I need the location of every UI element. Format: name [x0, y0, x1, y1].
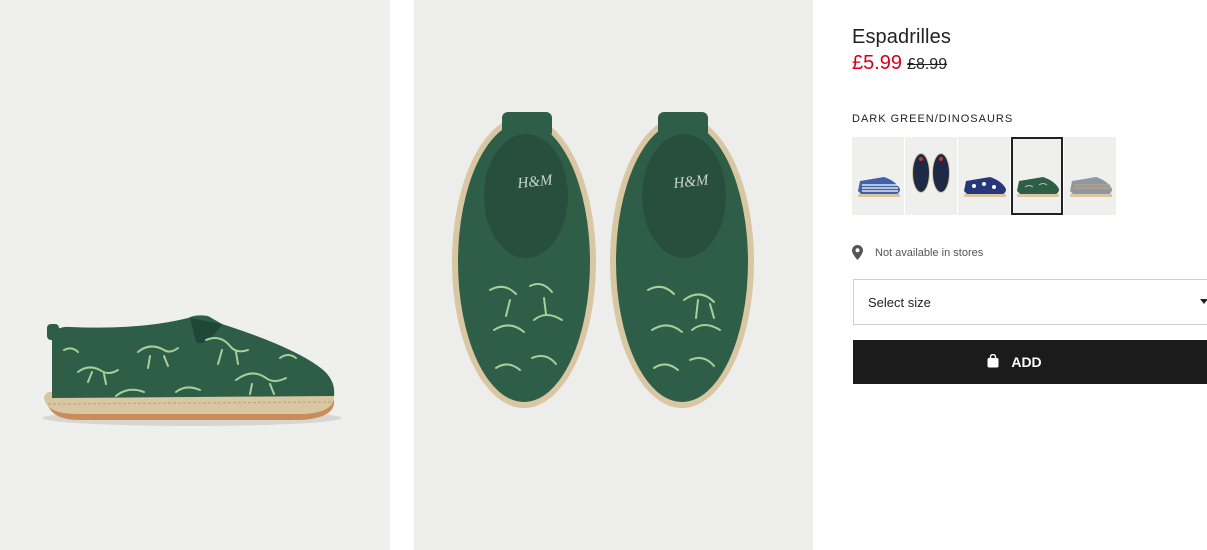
size-select-placeholder: Select size: [868, 294, 931, 310]
color-swatch-grey-stripes[interactable]: [1064, 137, 1116, 215]
color-swatch-list: [852, 137, 1116, 215]
sale-price: £5.99: [852, 52, 903, 74]
left-shoe: H&M: [452, 112, 596, 408]
store-availability: Not available in stores: [852, 245, 983, 260]
add-button-label: ADD: [1011, 354, 1042, 370]
color-swatch-dark-green-dinosaurs[interactable]: [1011, 137, 1063, 215]
espadrille-side-view: [42, 315, 342, 426]
swatch-thumbnail: [964, 177, 1006, 197]
swatch-thumbnail: [1017, 177, 1059, 197]
color-swatch-dark-navy[interactable]: [905, 137, 957, 215]
availability-text: Not available in stores: [875, 246, 984, 259]
shopping-bag-icon: [986, 353, 1000, 371]
color-swatch-navy-dinosaurs[interactable]: [958, 137, 1010, 215]
product-image-top[interactable]: H&M H&M: [414, 0, 813, 550]
location-pin-icon: [852, 245, 863, 260]
espadrille-top-view: H&M H&M: [452, 112, 754, 408]
color-swatch-blue-white-stripes[interactable]: [852, 137, 904, 215]
caret-down-icon: [1200, 299, 1207, 304]
swatch-thumbnail: [1070, 177, 1112, 197]
swatch-thumbnail: [912, 153, 950, 193]
add-to-bag-button[interactable]: ADD: [853, 340, 1207, 384]
selected-color-label: DARK GREEN/DINOSAURS: [852, 113, 1014, 125]
product-title: Espadrilles: [852, 26, 951, 48]
product-image-side[interactable]: [0, 0, 390, 550]
price-row: £5.99 £8.99: [852, 52, 947, 75]
right-shoe: H&M: [610, 112, 754, 408]
size-select[interactable]: Select size: [853, 279, 1207, 325]
original-price: £8.99: [907, 56, 948, 73]
swatch-thumbnail: [858, 177, 900, 197]
